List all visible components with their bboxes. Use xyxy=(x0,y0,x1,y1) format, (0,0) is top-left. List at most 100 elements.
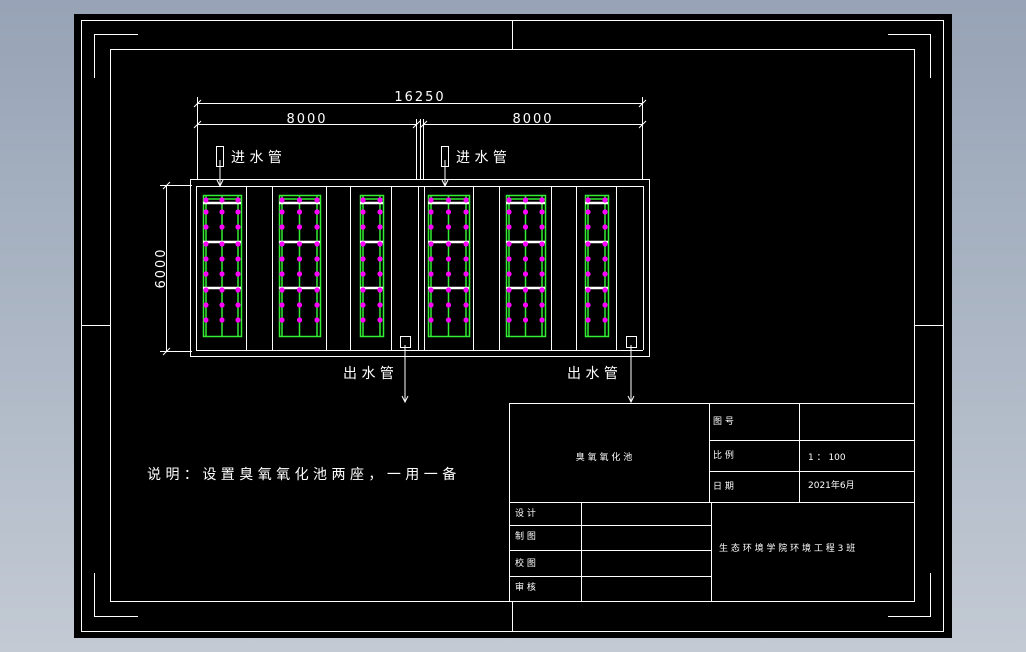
dimension-left: 8000 xyxy=(286,112,327,127)
diffuser-head xyxy=(314,302,320,308)
diffuser-head xyxy=(296,287,303,293)
diffuser-head xyxy=(506,241,512,247)
diffuser-head xyxy=(203,197,209,203)
diffuser-head xyxy=(377,271,383,277)
diffuser-head xyxy=(235,224,241,230)
diffuser-head xyxy=(235,317,241,323)
diffuser-head xyxy=(463,209,469,215)
diffuser-head xyxy=(314,256,320,262)
date-label: 日 期 xyxy=(713,481,734,492)
diffuser-head xyxy=(377,256,383,262)
diffuser-head xyxy=(296,224,303,230)
diffuser-head xyxy=(585,317,591,323)
diffuser-head xyxy=(296,209,303,215)
diffuser-head xyxy=(445,287,452,293)
diffuser-head xyxy=(296,271,303,277)
diffuser-head xyxy=(602,317,608,323)
diffuser-head xyxy=(445,256,452,262)
diffuser-head xyxy=(377,209,383,215)
diffuser-head xyxy=(314,197,320,203)
diffuser-head xyxy=(377,317,383,323)
diffuser-head xyxy=(428,209,434,215)
diffuser-head xyxy=(539,317,545,323)
drawing-no-label: 图 号 xyxy=(713,416,734,427)
dimension-right: 8000 xyxy=(512,112,553,127)
diffuser-head xyxy=(279,287,285,293)
diffuser-head xyxy=(506,209,512,215)
diffuser-head xyxy=(360,287,366,293)
diffuser-head xyxy=(203,209,209,215)
diffuser-head xyxy=(219,317,225,323)
diffuser-head xyxy=(428,271,434,277)
design-note: 说 明 ： 设 置 臭 氧 氧 化 池 两 座 ， 一 用 一 备 xyxy=(147,466,456,483)
diffuser-head xyxy=(219,256,225,262)
diffuser-head xyxy=(506,224,512,230)
diffuser-head xyxy=(235,287,241,293)
diffuser-head xyxy=(539,209,545,215)
diffuser-head xyxy=(219,287,225,293)
diffuser-head xyxy=(602,241,608,247)
diffuser-head xyxy=(539,287,545,293)
diffuser-head xyxy=(360,271,366,277)
diffuser-head xyxy=(360,197,366,203)
diffuser-head xyxy=(360,209,366,215)
diffuser-head xyxy=(585,287,591,293)
diffuser-head xyxy=(602,302,608,308)
diffuser-head xyxy=(296,241,303,247)
diffuser-head xyxy=(602,197,608,203)
checker-label: 校 图 xyxy=(515,557,536,569)
diffuser-head xyxy=(219,241,225,247)
inlet-pipe-label-right: 进 水 管 xyxy=(456,150,507,166)
diffuser-head xyxy=(219,271,225,277)
diffuser-head xyxy=(463,256,469,262)
diffuser-head xyxy=(314,209,320,215)
diffuser-head xyxy=(428,302,434,308)
diffuser-head xyxy=(428,317,434,323)
diffuser-head xyxy=(522,241,529,247)
diffuser-head xyxy=(235,302,241,308)
date-value: 2021年6月 xyxy=(808,479,855,491)
diffuser-head xyxy=(219,302,225,308)
diffuser-head xyxy=(279,302,285,308)
diffuser-head xyxy=(428,241,434,247)
diffuser-head xyxy=(314,317,320,323)
diffuser-head xyxy=(585,224,591,230)
institution-name: 生 态 环 境 学 院 环 境 工 程 3 班 xyxy=(719,542,855,554)
diffuser-head xyxy=(539,224,545,230)
diffuser-head xyxy=(428,224,434,230)
diffuser-head xyxy=(522,271,529,277)
diffuser-head xyxy=(445,241,452,247)
diffuser-head xyxy=(279,209,285,215)
diffuser-head xyxy=(360,224,366,230)
diffuser-head xyxy=(506,317,512,323)
diffuser-head xyxy=(522,317,529,323)
diffuser-head xyxy=(585,256,591,262)
diffuser-head xyxy=(279,271,285,277)
diffuser-head xyxy=(539,241,545,247)
diffuser-head xyxy=(296,256,303,262)
diffuser-head xyxy=(235,241,241,247)
diffuser-head xyxy=(314,224,320,230)
diffuser-head xyxy=(203,302,209,308)
diffuser-head xyxy=(377,287,383,293)
diffuser-head xyxy=(463,224,469,230)
outlet-pipe-label-right: 出 水 管 xyxy=(567,366,618,382)
dimension-height: 6000 xyxy=(154,247,169,288)
diffuser-head xyxy=(279,241,285,247)
diffuser-head xyxy=(377,302,383,308)
diffuser-head xyxy=(360,317,366,323)
diffuser-head xyxy=(203,271,209,277)
diffuser-head xyxy=(296,317,303,323)
diffuser-head xyxy=(585,241,591,247)
diffuser-head xyxy=(445,224,452,230)
diffuser-head xyxy=(539,197,545,203)
diffuser-head xyxy=(463,302,469,308)
diffuser-head xyxy=(428,287,434,293)
diffuser-head xyxy=(360,302,366,308)
diffuser-head xyxy=(506,287,512,293)
diffuser-head xyxy=(602,256,608,262)
diffuser-head xyxy=(522,209,529,215)
diffuser-head xyxy=(296,302,303,308)
diffuser-head xyxy=(463,197,469,203)
diffuser-head xyxy=(445,197,452,203)
